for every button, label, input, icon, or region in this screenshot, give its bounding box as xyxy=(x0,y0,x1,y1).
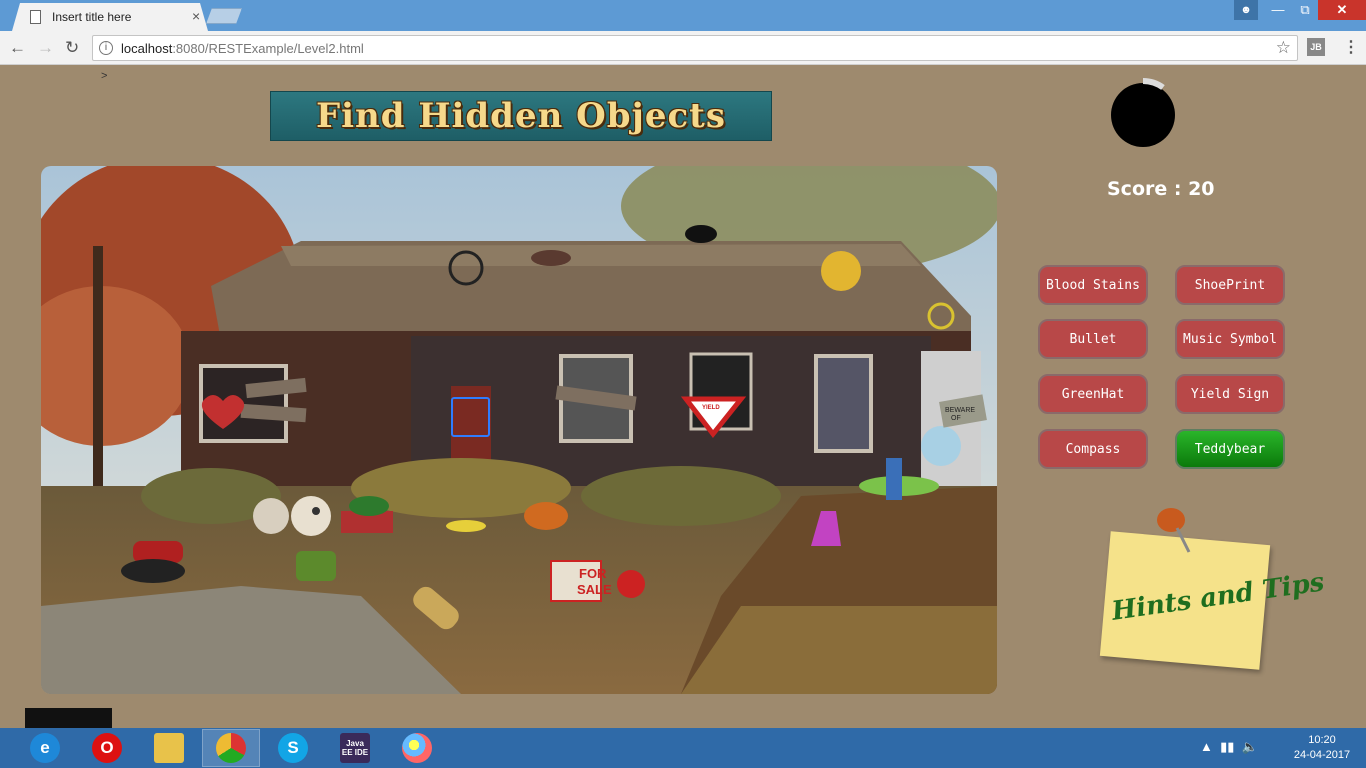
skype-icon[interactable]: S xyxy=(264,729,322,767)
push-pin-icon xyxy=(1157,508,1191,553)
maximize-button[interactable]: ⧉ xyxy=(1292,0,1318,20)
taskbar-clock[interactable]: 10:20 24-04-2017 xyxy=(1290,733,1354,763)
url-host: localhost xyxy=(121,41,173,56)
java-ee-ide-icon[interactable]: Java EE IDE xyxy=(326,729,384,767)
game-scene[interactable]: FOR SALE YIELD BEWARE OF xyxy=(41,166,997,694)
reload-icon[interactable]: ↻ xyxy=(65,38,79,58)
beware-sign-line1: BEWARE xyxy=(945,407,975,414)
address-bar[interactable]: i localhost:8080/RESTExample/Level2.html… xyxy=(92,35,1298,61)
url-text: localhost:8080/RESTExample/Level2.html xyxy=(121,41,364,56)
object-button-shoeprint[interactable]: ShoePrint xyxy=(1175,265,1285,305)
opera-icon[interactable]: O xyxy=(78,729,136,767)
close-window-button[interactable]: ✕ xyxy=(1318,0,1366,20)
browser-titlebar: Insert title here × ☻ — ⧉ ✕ xyxy=(0,0,1366,31)
clock-time: 10:20 xyxy=(1308,734,1336,746)
beware-sign-line2: OF xyxy=(951,415,961,422)
game-title-banner: Find Hidden Objects xyxy=(270,91,772,141)
object-button-blood-stains[interactable]: Blood Stains xyxy=(1038,265,1148,305)
browser-toolbar: ← → ↻ i localhost:8080/RESTExample/Level… xyxy=(0,31,1366,65)
menu-icon[interactable]: ⋮ xyxy=(1343,37,1359,57)
timer-icon xyxy=(1111,78,1175,147)
stray-text: > xyxy=(101,70,108,82)
yield-sign-text: YIELD xyxy=(702,405,720,411)
url-path: :8080/RESTExample/Level2.html xyxy=(172,41,364,56)
extension-icon[interactable]: JB xyxy=(1307,38,1325,56)
clock-date: 24-04-2017 xyxy=(1293,749,1351,761)
tab-title: Insert title here xyxy=(52,10,132,24)
found-object-highlight xyxy=(451,397,490,437)
hints-and-tips-button[interactable]: Hints and Tips xyxy=(1099,500,1326,670)
game-title: Find Hidden Objects xyxy=(315,96,727,136)
chrome-icon[interactable] xyxy=(202,729,260,767)
new-tab-button[interactable] xyxy=(206,8,242,24)
page-icon xyxy=(30,10,41,24)
windows-taskbar: e O S Java EE IDE ▲ ▮▮ 🔈 10:20 24-04-201… xyxy=(0,728,1366,768)
browser-tab[interactable]: Insert title here × xyxy=(12,3,208,31)
for-sale-sign-line1: FOR xyxy=(579,566,607,581)
minimize-button[interactable]: — xyxy=(1264,0,1292,20)
object-button-bullet[interactable]: Bullet xyxy=(1038,319,1148,359)
score-display: Score : 20 xyxy=(1107,178,1215,200)
object-button-yield-sign[interactable]: Yield Sign xyxy=(1175,374,1285,414)
paint-icon[interactable] xyxy=(388,729,446,767)
object-button-teddybear[interactable]: Teddybear xyxy=(1175,429,1285,469)
internet-explorer-icon[interactable]: e xyxy=(16,729,74,767)
bookmark-star-icon[interactable]: ☆ xyxy=(1276,38,1291,58)
user-profile-icon[interactable]: ☻ xyxy=(1234,0,1258,20)
object-button-music-symbol[interactable]: Music Symbol xyxy=(1175,319,1285,359)
for-sale-sign-line2: SALE xyxy=(577,582,612,597)
system-tray[interactable]: ▲ ▮▮ 🔈 xyxy=(1200,739,1258,755)
object-button-compass[interactable]: Compass xyxy=(1038,429,1148,469)
object-button-greenhat[interactable]: GreenHat xyxy=(1038,374,1148,414)
overlay-widget xyxy=(25,708,112,728)
forward-arrow-icon[interactable]: → xyxy=(37,38,54,58)
back-arrow-icon[interactable]: ← xyxy=(9,38,26,58)
file-explorer-icon[interactable] xyxy=(140,729,198,767)
info-icon[interactable]: i xyxy=(99,41,113,55)
tab-close-icon[interactable]: × xyxy=(192,8,200,24)
